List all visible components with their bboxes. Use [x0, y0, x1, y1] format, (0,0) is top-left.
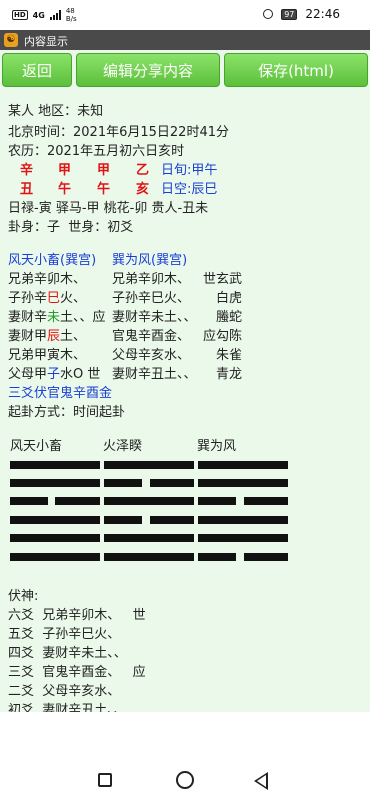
status-bar: HD 4G 48 B/s 97 22:46 — [0, 0, 370, 30]
yao-row-1-god: 青龙 — [216, 367, 243, 382]
gan-day: 甲 — [97, 163, 111, 178]
yao-row-1-left: 父母甲子水O 世 — [8, 367, 101, 382]
window-title: 内容显示 — [24, 35, 68, 48]
yao-row-6-right: 兄弟辛卯木、 — [112, 272, 191, 287]
yao-row-6-god: 世玄武 — [203, 272, 243, 287]
yao-row-6-left: 兄弟辛卯木、 — [8, 272, 87, 287]
yao-row-2-right: 父母辛亥水、 — [112, 348, 191, 363]
content-area: 某人 地区：未知 北京时间：2021年6月15日22时41分 农历：2021年五… — [0, 92, 370, 718]
back-button[interactable]: 返回 — [2, 53, 72, 87]
hexagram-3-name: 巽为风 — [197, 439, 237, 454]
yao-row-4-left: 妻财辛未土、、应 — [8, 310, 106, 325]
person-info: 某人 地区：未知 — [8, 104, 104, 119]
fushen-row: 三爻 官鬼辛酉金、 应 — [8, 665, 146, 680]
alarm-icon — [263, 9, 274, 19]
main-gua-name: 风天小畜(巽宫) — [8, 253, 97, 268]
yao-row-5-god: 白虎 — [216, 291, 243, 306]
beijing-time: 北京时间：2021年6月15日22时41分 — [8, 125, 229, 140]
app-logo-icon: ☯ — [4, 33, 18, 47]
fushen-title: 伏神: — [8, 589, 39, 604]
edit-share-button[interactable]: 编辑分享内容 — [76, 53, 220, 87]
network-speed: 48 B/s — [65, 7, 77, 23]
yao-row-2-left: 兄弟甲寅木、 — [8, 348, 87, 363]
changed-gua-name: 巽为风(巽宫) — [112, 253, 188, 268]
zhi-day: 午 — [97, 182, 111, 197]
gua-shen: 卦身：子 世身：初爻 — [8, 220, 134, 235]
fushen-row: 六爻 兄弟辛卯木、 世 — [8, 608, 146, 623]
yao-row-5-left: 子孙辛巳火、 — [8, 291, 87, 306]
fushen-row: 四爻 妻财辛未土、、 — [8, 646, 127, 661]
yao-row-4-god: 螣蛇 — [216, 310, 243, 325]
system-navigation-bar — [0, 712, 370, 800]
gan-month: 甲 — [58, 163, 72, 178]
zhi-year: 丑 — [20, 182, 34, 197]
zhi-month: 午 — [58, 182, 72, 197]
clock: 22:46 — [305, 7, 340, 21]
signal-icon: 4G — [32, 10, 45, 20]
qigua-method: 起卦方式：时间起卦 — [8, 405, 126, 420]
hd-indicator: HD — [12, 10, 28, 20]
day-xun: 日旬:甲午 — [161, 163, 218, 178]
signal-bars-icon — [49, 10, 61, 20]
yao-row-4-right: 妻财辛未土、、 — [112, 310, 197, 325]
yao-row-2-god: 朱雀 — [216, 348, 243, 363]
yao-row-1-right: 妻财辛丑土、、 — [112, 367, 197, 382]
fushen-row: 二爻 父母辛亥水、 — [8, 684, 121, 699]
yao-row-3-right: 官鬼辛酉金、 — [112, 329, 191, 344]
yao-row-3-god: 应勾陈 — [203, 329, 243, 344]
yao-row-5-right: 子孙辛巳火、 — [112, 291, 191, 306]
back-triangle-icon[interactable] — [254, 772, 268, 790]
lunar-date: 农历：2021年五月初六日亥时 — [8, 144, 185, 159]
battery-icon: 97 — [281, 8, 298, 20]
fushen-row: 五爻 子孙辛巳火、 — [8, 627, 121, 642]
hexagram-2-name: 火泽睽 — [103, 439, 143, 454]
zhi-hour: 亥 — [136, 182, 150, 197]
save-html-button[interactable]: 保存(html) — [224, 53, 368, 87]
hexagram-1-name: 风天小畜 — [10, 439, 63, 454]
fushen-note: 三爻伏官鬼辛酉金 — [8, 386, 113, 401]
shensha: 日禄-寅 驿马-甲 桃花-卯 贵人-丑未 — [8, 201, 209, 216]
app-title-bar: ☯ 内容显示 — [0, 30, 370, 50]
day-kong: 日空:辰巳 — [161, 182, 218, 197]
home-icon[interactable] — [176, 771, 194, 789]
gan-hour: 乙 — [136, 163, 150, 178]
toolbar: 返回 编辑分享内容 保存(html) — [0, 50, 370, 92]
gan-year: 辛 — [20, 163, 34, 178]
recents-icon[interactable] — [98, 773, 112, 787]
yao-row-3-left: 妻财甲辰土、 — [8, 329, 87, 344]
